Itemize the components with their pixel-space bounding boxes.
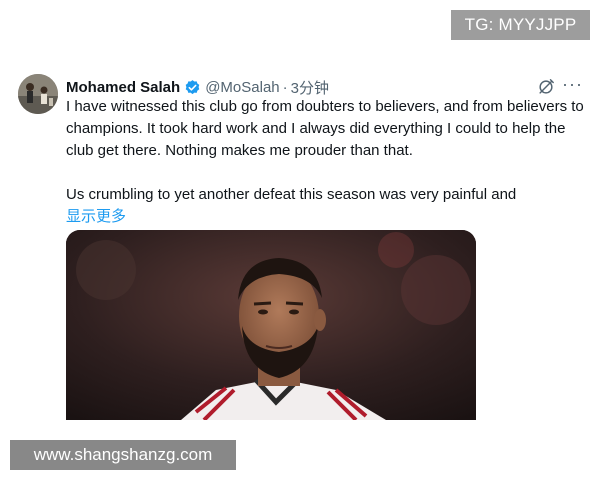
tweet-paragraph-1: I have witnessed this club go from doubt… <box>66 98 584 159</box>
author-handle[interactable]: @MoSalah <box>205 79 279 96</box>
timestamp[interactable]: 3分钟 <box>291 77 329 98</box>
author-name[interactable]: Mohamed Salah <box>66 79 180 96</box>
tweet-header: Mohamed Salah @MoSalah · 3分钟 <box>66 77 329 97</box>
grok-icon[interactable] <box>537 78 555 96</box>
avatar[interactable] <box>18 74 58 114</box>
watermark-tg: TG: MYYJJPP <box>451 10 590 40</box>
tweet-photo[interactable] <box>66 230 476 420</box>
watermark-site: www.shangshanzg.com <box>10 440 236 470</box>
tweet-text: I have witnessed this club go from doubt… <box>66 96 586 228</box>
verified-badge-icon <box>184 79 201 96</box>
more-options-icon[interactable]: ··· <box>562 75 582 96</box>
show-more-link[interactable]: 显示更多 <box>66 206 126 228</box>
tweet-paragraph-2: Us crumbling to yet another defeat this … <box>66 186 517 203</box>
separator-dot: · <box>282 78 288 96</box>
